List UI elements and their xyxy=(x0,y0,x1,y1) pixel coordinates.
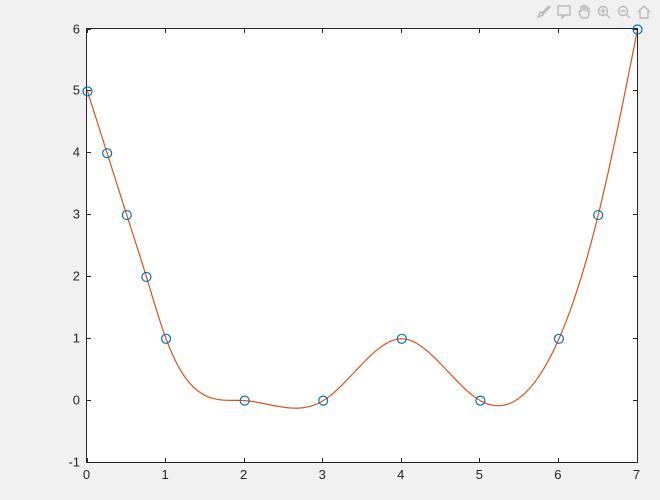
x-tick xyxy=(244,458,245,463)
y-tick xyxy=(633,152,638,153)
x-tick xyxy=(401,28,402,33)
x-tick-label: 4 xyxy=(397,467,404,482)
y-tick-label: 1 xyxy=(73,330,80,345)
x-tick-label: 7 xyxy=(633,467,640,482)
y-tick xyxy=(633,276,638,277)
y-tick xyxy=(86,29,91,30)
y-tick xyxy=(86,152,91,153)
home-icon[interactable] xyxy=(636,4,652,20)
x-tick-label: 6 xyxy=(554,467,561,482)
y-tick xyxy=(633,400,638,401)
y-tick xyxy=(86,462,91,463)
x-tick xyxy=(322,458,323,463)
figure-toolbar xyxy=(536,4,652,20)
y-tick xyxy=(86,338,91,339)
plot-area xyxy=(87,29,639,464)
y-tick xyxy=(86,400,91,401)
y-tick-label: 5 xyxy=(73,83,80,98)
x-tick-label: 0 xyxy=(83,467,90,482)
x-tick-label: 1 xyxy=(161,467,168,482)
zoom-out-icon[interactable] xyxy=(616,4,632,20)
x-tick-label: 5 xyxy=(476,467,483,482)
y-tick xyxy=(86,276,91,277)
x-tick xyxy=(479,458,480,463)
y-tick-label: 2 xyxy=(73,268,80,283)
x-tick xyxy=(401,458,402,463)
zoom-in-icon[interactable] xyxy=(596,4,612,20)
x-tick xyxy=(165,28,166,33)
y-tick-label: 6 xyxy=(73,21,80,36)
y-tick xyxy=(633,338,638,339)
brush-icon[interactable] xyxy=(536,4,552,20)
x-tick xyxy=(165,458,166,463)
data-tips-icon[interactable] xyxy=(556,4,572,20)
y-tick xyxy=(86,90,91,91)
axes[interactable] xyxy=(86,28,638,463)
y-tick-label: -1 xyxy=(68,454,80,469)
x-tick xyxy=(244,28,245,33)
y-tick-label: 3 xyxy=(73,207,80,222)
x-tick-label: 2 xyxy=(240,467,247,482)
x-tick xyxy=(322,28,323,33)
y-tick xyxy=(633,90,638,91)
pan-icon[interactable] xyxy=(576,4,592,20)
y-tick xyxy=(633,29,638,30)
y-tick xyxy=(633,214,638,215)
y-tick xyxy=(633,462,638,463)
x-tick xyxy=(558,28,559,33)
y-tick-label: 0 xyxy=(73,392,80,407)
figure-window: 01234567-10123456 xyxy=(0,0,660,500)
x-tick xyxy=(558,458,559,463)
y-tick xyxy=(86,214,91,215)
x-tick xyxy=(479,28,480,33)
y-tick-label: 4 xyxy=(73,145,80,160)
spline-line xyxy=(88,30,638,409)
x-tick-label: 3 xyxy=(319,467,326,482)
